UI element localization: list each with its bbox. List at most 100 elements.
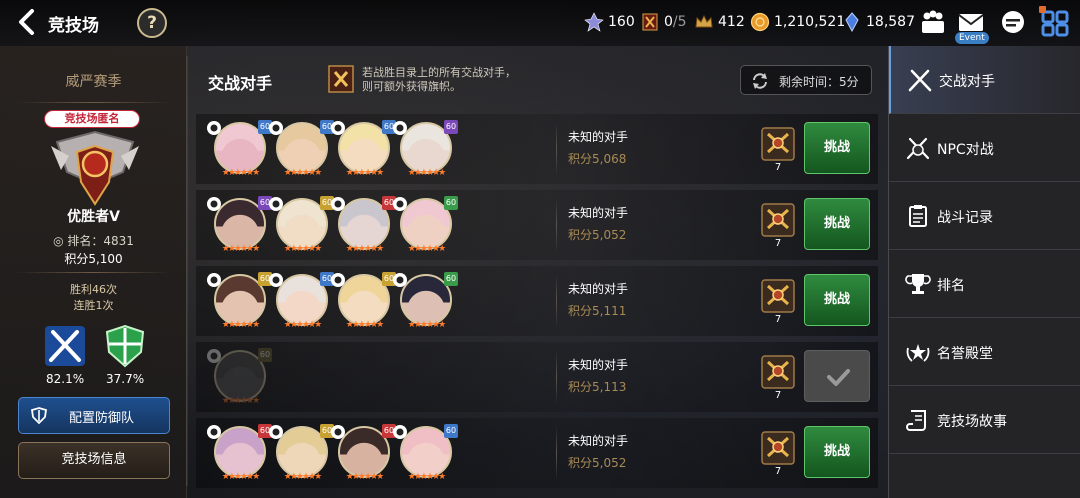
hero-level: 60	[444, 120, 458, 134]
trophy-icon	[905, 274, 931, 294]
challenge-button[interactable]: 挑战	[804, 122, 870, 174]
menu-ranking[interactable]: 排名	[889, 250, 1080, 318]
arena-anonymous-badge: 竞技场匿名	[44, 110, 140, 128]
hero-stars: ★★★★★★	[345, 472, 384, 482]
opponent-rank-icon: 7	[761, 127, 795, 172]
attack-swords-icon	[45, 326, 85, 366]
menu-opponents[interactable]: 交战对手	[889, 46, 1080, 114]
resource-flag: 0/5	[640, 12, 687, 32]
svg-text:7: 7	[775, 314, 781, 324]
hero-class-icon	[331, 197, 345, 211]
hero-class-icon	[269, 121, 283, 135]
hero-class-icon	[393, 273, 407, 287]
divider	[556, 198, 557, 252]
opponent-row: 60 ★★★★★★ 60 ★★★★★★ 60 ★★★★★★ 60 ★★★★★★ 未知的对手 积分5…	[196, 266, 878, 336]
opponent-row: 60 ★★★★★★ 未知的对手 积分5,113 7	[196, 342, 878, 412]
opponent-rank-icon: 7	[761, 431, 795, 476]
tip-line-2: 则可额外获得旗帜。	[362, 80, 461, 93]
menu-npc-battle[interactable]: NPC对战	[889, 114, 1080, 182]
hero-portrait[interactable]: 60 ★★★★★★	[207, 196, 272, 254]
svg-text:7: 7	[775, 390, 781, 400]
hero-class-icon	[393, 197, 407, 211]
opponent-name: 未知的对手	[568, 434, 629, 448]
crossed-swords-icon	[908, 69, 932, 92]
gold-coin-icon	[750, 12, 770, 32]
hero-portrait[interactable]: 60 ★★★★★★	[331, 272, 396, 330]
menu-arena-story[interactable]: 竞技场故事	[889, 386, 1080, 454]
hero-stars: ★★★★★★	[407, 472, 446, 482]
challenge-button[interactable]: 挑战	[804, 426, 870, 478]
hero-stars: ★★★★★★	[345, 244, 384, 254]
divider	[556, 274, 557, 328]
challenge-button[interactable]: 挑战	[804, 198, 870, 250]
hero-stars: ★★★★★★	[407, 244, 446, 254]
hero-class-icon	[269, 197, 283, 211]
hero-stars: ★★★★★★	[407, 168, 446, 178]
gold-count: 1,210,521	[774, 14, 846, 30]
crown-count: 412	[718, 14, 745, 30]
refresh-timer[interactable]: 剩余时间：5分	[740, 65, 872, 95]
hero-portrait[interactable]: 60 ★★★★★★	[393, 272, 458, 330]
hero-portrait[interactable]: 60 ★★★★★★	[269, 272, 334, 330]
help-button[interactable]: ?	[137, 8, 167, 38]
rank-medal-icon: ◎	[53, 234, 64, 248]
clipboard-icon	[909, 205, 927, 227]
menu-npc-label: NPC对战	[937, 142, 994, 158]
opponent-name: 未知的对手	[568, 358, 629, 372]
hero-portrait[interactable]: 60 ★★★★★★	[331, 424, 396, 482]
hero-stars: ★★★★★★	[407, 320, 446, 330]
hero-portrait[interactable]: 60 ★★★★★★	[331, 120, 396, 178]
hero-stars: ★★★★★★	[283, 472, 322, 482]
svg-text:7: 7	[775, 466, 781, 476]
scroll-icon	[906, 410, 926, 431]
laurel-star-icon	[906, 344, 930, 362]
hero-stars: ★★★★★★	[221, 168, 260, 178]
challenge-button[interactable]: 挑战	[804, 274, 870, 326]
arena-menu: 交战对手 NPC对战 战斗记录 排名 名誉殿堂 竞技场故事	[888, 46, 1080, 498]
chat-icon[interactable]	[998, 9, 1028, 37]
menu-battle-log[interactable]: 战斗记录	[889, 182, 1080, 250]
team-icon[interactable]	[918, 9, 948, 37]
menu-opponents-label: 交战对手	[939, 74, 995, 90]
hero-portrait[interactable]: 60 ★★★★★★	[269, 424, 334, 482]
hero-portrait[interactable]: 60 ★★★★★★	[207, 272, 272, 330]
resource-rank-token: 160	[584, 12, 635, 32]
hero-portrait[interactable]: 60 ★★★★★★	[393, 424, 458, 482]
hero-portrait[interactable]: 60 ★★★★★★	[207, 424, 272, 482]
back-button[interactable]	[14, 8, 40, 36]
season-label: 威严赛季	[65, 74, 122, 90]
hero-portrait[interactable]: 60 ★★★★★★	[269, 120, 334, 178]
defense-shield-icon	[105, 324, 145, 368]
configure-defense-button[interactable]: 配置防御队	[18, 397, 170, 434]
hero-portrait[interactable]: 60 ★★★★★★	[207, 120, 272, 178]
resource-crystal: 18,587	[842, 12, 915, 32]
menu-grid-icon[interactable]	[1040, 9, 1070, 37]
opponent-name: 未知的对手	[568, 130, 629, 144]
hero-portrait[interactable]: 60 ★★★★★★	[207, 348, 272, 406]
attack-win-rate: 82.1%	[46, 372, 85, 386]
opponent-row: 60 ★★★★★★ 60 ★★★★★★ 60 ★★★★★★ 60 ★★★★★★ 未知的对手 积分5…	[196, 190, 878, 260]
hero-portrait[interactable]: 60 ★★★★★★	[269, 196, 334, 254]
timer-text: 剩余时间：5分	[779, 75, 859, 89]
divider	[556, 426, 557, 480]
shield-icon	[31, 407, 47, 424]
opponent-score: 积分5,052	[568, 228, 627, 242]
top-bar: 竞技场 ? 160 0/5 412 1,210,521 18,587 Event	[0, 0, 1080, 46]
crown-icon	[695, 14, 713, 28]
opponent-name: 未知的对手	[568, 282, 629, 296]
defense-win-rate: 37.7%	[106, 372, 145, 386]
refresh-icon	[753, 73, 767, 89]
opponent-score: 积分5,068	[568, 152, 627, 166]
player-panel: 威严赛季 竞技场匿名 优胜者V ◎ 排名：4831 积分5,100 胜利46次 …	[0, 46, 187, 498]
divider	[16, 102, 171, 103]
arena-info-button[interactable]: 竞技场信息	[18, 442, 170, 479]
menu-hall-of-fame[interactable]: 名誉殿堂	[889, 318, 1080, 386]
rank-token-icon	[584, 12, 604, 32]
hero-portrait[interactable]: 60 ★★★★★★	[393, 120, 458, 178]
flag-reward-tip: 若战胜目录上的所有交战对手， 则可额外获得旗帜。	[362, 66, 516, 94]
hero-portrait[interactable]: 60 ★★★★★★	[393, 196, 458, 254]
scrollbar[interactable]	[186, 56, 188, 486]
hero-stars: ★★★★★★	[221, 320, 260, 330]
opponent-score: 积分5,111	[568, 304, 627, 318]
hero-portrait[interactable]: 60 ★★★★★★	[331, 196, 396, 254]
